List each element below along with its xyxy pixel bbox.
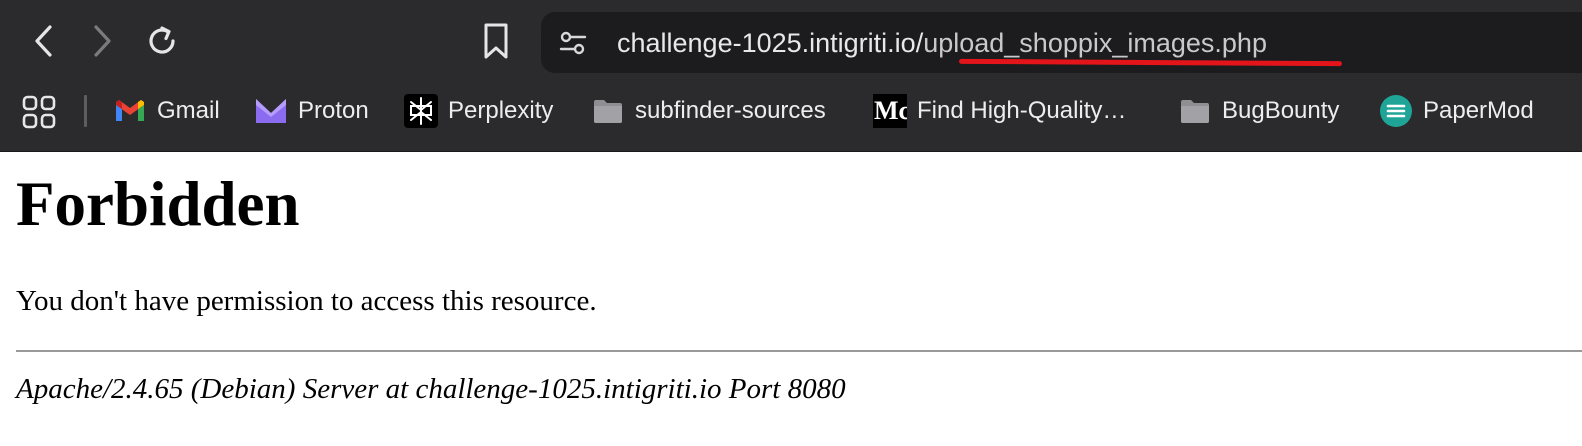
bookmark-label: Proton xyxy=(298,97,369,124)
bookmarks-divider xyxy=(84,95,87,127)
url-path: upload_shoppix_images.php xyxy=(923,28,1267,58)
bookmark-bugbounty[interactable]: BugBounty xyxy=(1178,90,1339,132)
bookmark-papermod[interactable]: PaperMod xyxy=(1379,90,1534,132)
bookmark-button[interactable] xyxy=(473,18,519,64)
page-content: Forbidden You don't have permission to a… xyxy=(0,152,1582,446)
browser-toolbar: challenge-1025.intigriti.io/upload_shopp… xyxy=(0,0,1582,84)
bookmark-label: BugBounty xyxy=(1222,97,1340,124)
bookmark-label: Find High-Quality… xyxy=(917,97,1127,124)
bookmarks-bar: Gmail Proton Perplexity subfinder-source… xyxy=(0,86,1582,136)
address-bar[interactable]: challenge-1025.intigriti.io/upload_shopp… xyxy=(541,12,1582,73)
bookmark-label: Perplexity xyxy=(448,97,554,124)
reload-button[interactable] xyxy=(139,18,185,64)
forward-button[interactable] xyxy=(79,18,125,64)
chevron-right-icon xyxy=(94,25,111,57)
bookmark-subfinder-sources[interactable]: subfinder-sources xyxy=(591,90,826,132)
back-button[interactable] xyxy=(21,18,67,64)
error-message: You don't have permission to access this… xyxy=(16,285,597,317)
url-text[interactable]: challenge-1025.intigriti.io/upload_shopp… xyxy=(617,25,1267,61)
apps-grid-icon xyxy=(22,95,56,129)
apps-button[interactable] xyxy=(22,95,56,129)
bookmark-gmail[interactable]: Gmail xyxy=(113,90,220,132)
proton-icon xyxy=(254,94,288,128)
perplexity-icon xyxy=(404,94,438,128)
papermod-icon xyxy=(1379,94,1413,128)
bookmark-label: Gmail xyxy=(157,97,220,124)
medium-icon: Mc xyxy=(873,94,907,128)
page-title: Forbidden xyxy=(16,169,300,239)
chevron-left-icon xyxy=(35,25,52,57)
browser-chrome: challenge-1025.intigriti.io/upload_shopp… xyxy=(0,0,1582,152)
folder-icon xyxy=(591,94,625,128)
bookmark-label: PaperMod xyxy=(1423,97,1534,124)
bookmark-perplexity[interactable]: Perplexity xyxy=(404,90,553,132)
highlight-underline xyxy=(958,58,1343,67)
site-settings-button[interactable] xyxy=(556,27,590,59)
divider xyxy=(16,350,1582,352)
medium-icon-text: Mc xyxy=(874,96,907,125)
folder-icon xyxy=(1178,94,1212,128)
server-signature: Apache/2.4.65 (Debian) Server at challen… xyxy=(16,373,846,405)
bookmark-find-high-quality[interactable]: Mc Find High-Quality… xyxy=(873,90,1126,132)
bookmark-proton[interactable]: Proton xyxy=(254,90,369,132)
reload-icon xyxy=(149,26,175,54)
tune-icon xyxy=(559,31,587,55)
bookmark-label: subfinder-sources xyxy=(635,97,826,124)
bookmark-icon xyxy=(484,23,508,59)
url-host: challenge-1025.intigriti.io/ xyxy=(617,28,924,58)
gmail-icon xyxy=(113,94,147,128)
